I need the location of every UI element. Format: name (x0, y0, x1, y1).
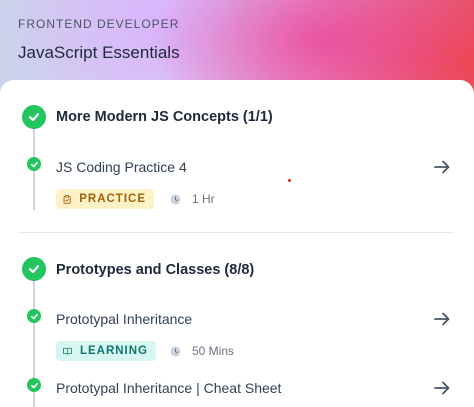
section-complete-check-icon (22, 257, 46, 281)
clipboard-icon (63, 194, 71, 204)
item-complete-check-icon (27, 157, 41, 171)
course-title: JavaScript Essentials (18, 43, 180, 62)
item-title[interactable]: Prototypal Inheritance (56, 311, 192, 327)
item-title[interactable]: JS Coding Practice 4 (56, 159, 187, 175)
learning-badge: LEARNING (56, 341, 156, 361)
track-label: FRONTEND DEVELOPER (18, 17, 180, 31)
item-complete-check-icon (27, 378, 41, 392)
clock-icon (170, 193, 181, 205)
duration: 1 Hr (170, 192, 215, 206)
book-open-icon (63, 347, 72, 355)
duration-text: 1 Hr (192, 192, 215, 206)
arrow-right-icon[interactable] (432, 309, 452, 329)
section-title: Prototypes and Classes (8/8) (56, 262, 255, 278)
duration: 50 Mins (170, 344, 234, 358)
practice-badge: PRACTICE (56, 189, 154, 209)
section-complete-check-icon (22, 105, 46, 129)
section-divider (18, 232, 454, 233)
item-complete-check-icon (27, 309, 41, 323)
badge-label: PRACTICE (79, 193, 146, 205)
arrow-right-icon[interactable] (432, 378, 452, 398)
item-title[interactable]: Prototypal Inheritance | Cheat Sheet (56, 380, 281, 396)
duration-text: 50 Mins (192, 344, 235, 358)
section-title: More Modern JS Concepts (1/1) (56, 109, 273, 125)
cursor-dot (288, 179, 291, 182)
clock-icon (170, 345, 181, 357)
badge-label: LEARNING (79, 345, 148, 357)
arrow-right-icon[interactable] (432, 157, 452, 177)
